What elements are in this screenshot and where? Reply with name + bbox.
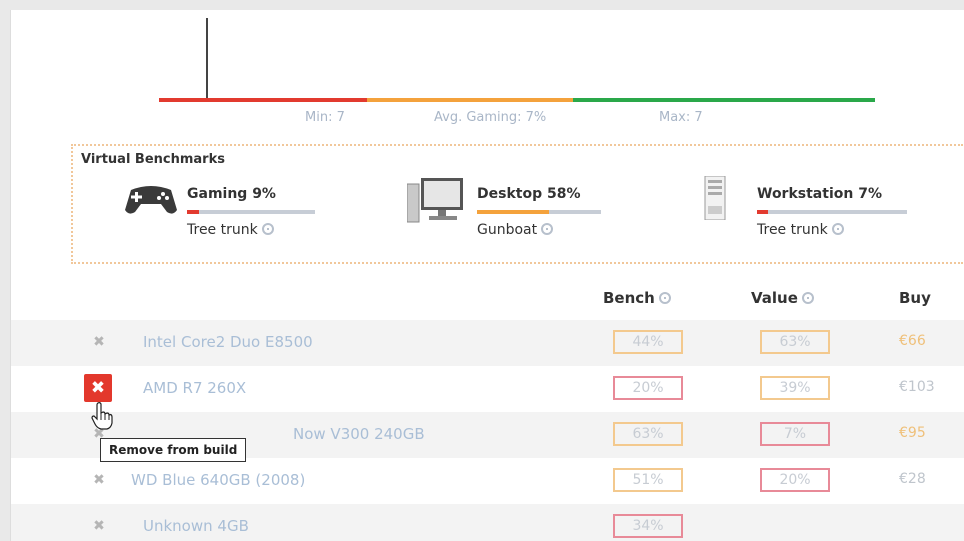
buy-price-link[interactable]: €28 <box>899 471 926 487</box>
benchmark-workstation-name: Workstation 7% <box>757 186 882 202</box>
table-row: ✖ WD Blue 640GB (2008) 51% 20% €28 <box>11 458 964 504</box>
table-row: ✖ Unknown 4GB 34% <box>11 504 964 541</box>
benchmark-desktop: Desktop 58% Gunboat <box>406 178 617 240</box>
benchmark-workstation-bar-fill <box>757 210 768 214</box>
desktop-computer-icon <box>406 178 465 228</box>
info-icon[interactable] <box>801 292 814 304</box>
value-score-badge: 20% <box>760 468 830 492</box>
buy-price-link[interactable]: €103 <box>899 379 935 395</box>
value-header-label: Value <box>751 289 798 307</box>
part-name-link[interactable]: Unknown 4GB <box>143 517 249 535</box>
remove-from-build-button[interactable]: ✖ <box>91 518 107 534</box>
benchmark-gaming-subtitle: Tree trunk <box>187 222 274 238</box>
value-column-header[interactable]: Value <box>751 289 814 307</box>
benchmark-desktop-sub-text: Gunboat <box>477 222 538 238</box>
table-row: ✖ AMD R7 260X 20% 39% €103 <box>11 366 964 412</box>
benchmark-workstation-bar <box>757 210 907 214</box>
buy-column-header[interactable]: Buy <box>899 289 931 307</box>
hand-pointer-cursor-icon <box>91 402 113 434</box>
remove-from-build-button[interactable]: ✖ <box>91 472 107 488</box>
gamepad-icon <box>121 180 181 222</box>
value-score-badge: 7% <box>760 422 830 446</box>
benchmark-desktop-name: Desktop 58% <box>477 186 581 202</box>
virtual-benchmarks-title: Virtual Benchmarks <box>81 152 225 167</box>
info-icon[interactable] <box>831 223 844 235</box>
gauge-min-label: Min: 7 <box>305 110 345 125</box>
value-score-badge: 39% <box>760 376 830 400</box>
benchmark-workstation-sub-text: Tree trunk <box>757 222 828 238</box>
benchmark-gaming-name: Gaming 9% <box>187 186 276 202</box>
gauge-needle <box>206 18 208 100</box>
info-icon[interactable] <box>658 292 671 304</box>
bench-score-badge: 51% <box>613 468 683 492</box>
gauge-max-label: Max: 7 <box>659 110 703 125</box>
benchmark-desktop-bar-fill <box>477 210 549 214</box>
benchmark-desktop-subtitle: Gunboat <box>477 222 554 238</box>
server-tower-icon <box>703 175 727 224</box>
info-icon[interactable] <box>541 223 554 235</box>
part-name-link[interactable]: Now V300 240GB <box>293 425 425 443</box>
bench-score-badge: 20% <box>613 376 683 400</box>
benchmark-gaming-bar <box>187 210 315 214</box>
benchmark-gaming: Gaming 9% Tree trunk <box>121 180 321 240</box>
value-score-badge: 63% <box>760 330 830 354</box>
benchmark-workstation-subtitle: Tree trunk <box>757 222 844 238</box>
bench-score-badge: 34% <box>613 514 683 538</box>
gauge-red-segment <box>159 98 367 102</box>
benchmark-workstation: Workstation 7% Tree trunk <box>703 175 933 240</box>
part-name-link[interactable]: WD Blue 640GB (2008) <box>131 471 305 489</box>
bench-score-badge: 44% <box>613 330 683 354</box>
benchmark-gaming-bar-fill <box>187 210 199 214</box>
part-name-link[interactable]: AMD R7 260X <box>143 379 246 397</box>
part-name-link[interactable]: Intel Core2 Duo E8500 <box>143 333 313 351</box>
virtual-benchmarks-panel: Virtual Benchmarks Gaming 9% Tree trunk <box>71 144 963 264</box>
remove-from-build-tooltip: Remove from build <box>100 438 247 462</box>
buy-price-link[interactable]: €95 <box>899 425 926 441</box>
gauge-orange-segment <box>367 98 573 102</box>
table-row: ✖ Intel Core2 Duo E8500 44% 63% €66 <box>11 320 964 366</box>
benchmark-desktop-bar <box>477 210 601 214</box>
build-page: Min: 7 Avg. Gaming: 7% Max: 7 Virtual Be… <box>10 10 964 541</box>
bench-header-label: Bench <box>603 289 655 307</box>
bench-column-header[interactable]: Bench <box>603 289 671 307</box>
remove-from-build-button[interactable]: ✖ <box>91 334 107 350</box>
gauge-green-segment <box>573 98 875 102</box>
benchmark-gaming-sub-text: Tree trunk <box>187 222 258 238</box>
remove-from-build-button[interactable]: ✖ <box>84 374 112 402</box>
bench-score-badge: 63% <box>613 422 683 446</box>
buy-price-link[interactable]: €66 <box>899 333 926 349</box>
info-icon[interactable] <box>261 223 274 235</box>
performance-gauge <box>159 98 875 102</box>
gauge-avg-label: Avg. Gaming: 7% <box>434 110 547 125</box>
